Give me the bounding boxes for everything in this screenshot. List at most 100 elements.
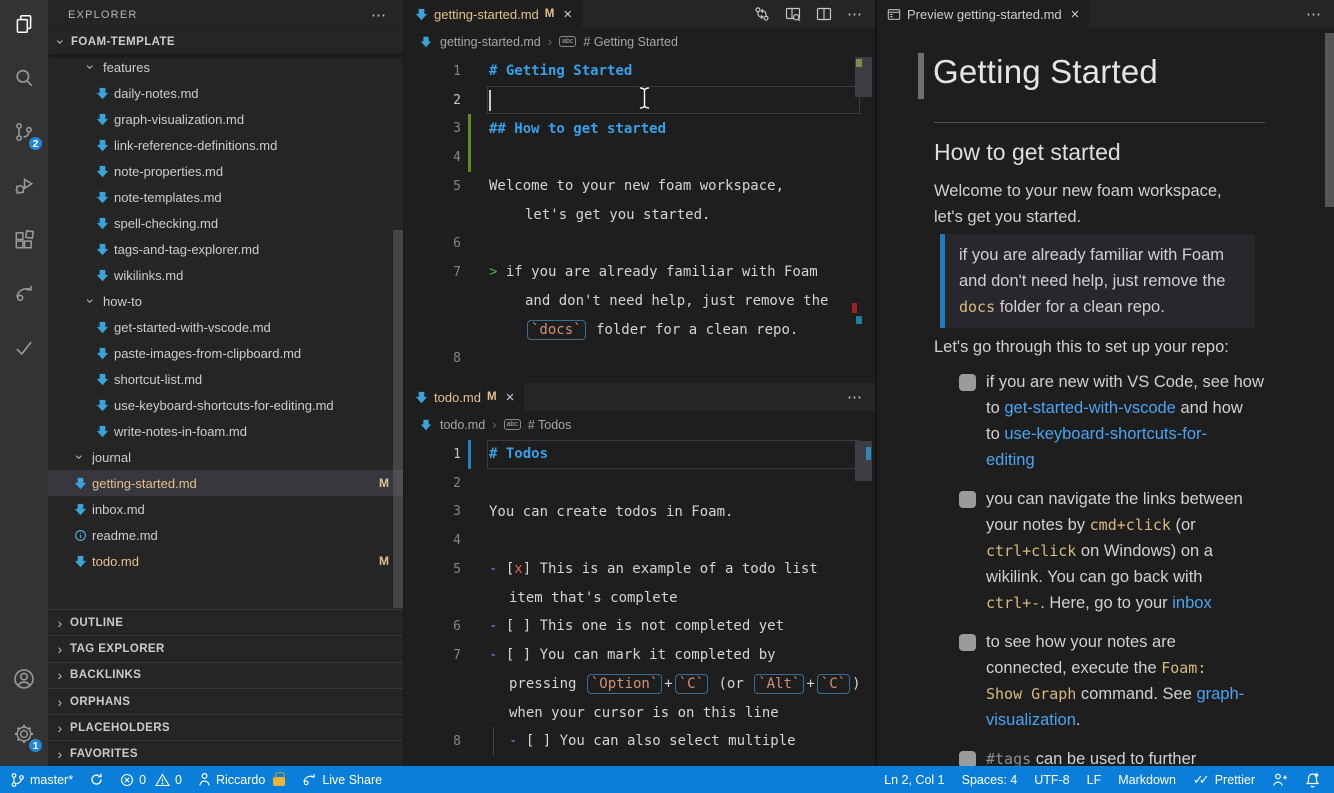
live-share-icon[interactable] xyxy=(0,270,48,318)
code-line[interactable]: let's get you started. xyxy=(404,200,875,229)
code-line[interactable]: 7 - [ ] You can mark it completed by xyxy=(404,641,875,670)
tree-file-daily-notes.md[interactable]: daily-notes.md xyxy=(48,80,403,106)
breadcrumb-symbol[interactable]: # Todos xyxy=(528,418,572,432)
tree-file-tags-and-tag-explorer.md[interactable]: tags-and-tag-explorer.md xyxy=(48,236,403,262)
encoding-item[interactable]: UTF-8 xyxy=(1034,773,1069,787)
eol-item[interactable]: LF xyxy=(1087,773,1102,787)
extensions-icon[interactable] xyxy=(0,216,48,264)
language-mode-item[interactable]: Markdown xyxy=(1118,773,1176,787)
tasks-check-icon[interactable] xyxy=(0,324,48,372)
user-item[interactable]: Riccardo xyxy=(198,772,286,787)
tree-file-note-templates.md[interactable]: note-templates.md xyxy=(48,184,403,210)
explorer-icon[interactable] xyxy=(0,0,48,48)
close-icon[interactable]: × xyxy=(563,6,572,23)
compare-changes-icon[interactable] xyxy=(754,6,770,22)
tab-todo[interactable]: todo.md M × xyxy=(404,383,525,411)
code-line[interactable]: when your cursor is on this line xyxy=(404,698,875,727)
wikilink[interactable]: editing xyxy=(986,451,1035,469)
settings-gear-icon[interactable]: 1 xyxy=(0,710,48,758)
code-line[interactable]: 8 - [ ] You can also select multiple xyxy=(404,726,875,756)
tree-file-use-keyboard-shortcuts-for-editing.md[interactable]: use-keyboard-shortcuts-for-editing.md xyxy=(48,392,403,418)
code-line[interactable]: 4 xyxy=(404,143,875,172)
sidebar-scrollbar[interactable] xyxy=(393,230,403,608)
sidebar-section-backlinks[interactable]: › BACKLINKS xyxy=(48,661,403,688)
tree-file-get-started-with-vscode.md[interactable]: get-started-with-vscode.md xyxy=(48,314,403,340)
breadcrumb-symbol[interactable]: # Getting Started xyxy=(583,35,678,49)
sidebar-section-outline[interactable]: › OUTLINE xyxy=(48,609,403,635)
workspace-root-row[interactable]: › FOAM-TEMPLATE xyxy=(48,30,403,54)
code-line[interactable]: 3 ## How to get started xyxy=(404,114,875,144)
close-icon[interactable]: × xyxy=(506,389,515,406)
tree-file-write-notes-in-foam.md[interactable]: write-notes-in-foam.md xyxy=(48,418,403,444)
search-icon[interactable] xyxy=(0,54,48,102)
tree-file-readme.md[interactable]: readme.md xyxy=(48,522,403,548)
code-line[interactable]: 6 - [ ] This one is not completed yet xyxy=(404,612,875,641)
code-line[interactable]: and don't need help, just remove the xyxy=(404,287,875,316)
more-actions-icon[interactable]: ⋯ xyxy=(847,388,863,406)
tree-file-paste-images-from-clipboard.md[interactable]: paste-images-from-clipboard.md xyxy=(48,340,403,366)
tab-getting-started[interactable]: getting-started.md M × xyxy=(404,0,583,28)
sync-item[interactable] xyxy=(89,772,104,787)
problems-item[interactable]: 0 0 xyxy=(120,773,182,787)
wikilink[interactable]: inbox xyxy=(1172,594,1211,612)
close-icon[interactable]: × xyxy=(1071,6,1080,23)
split-editor-icon[interactable] xyxy=(816,6,832,22)
minimap[interactable] xyxy=(855,441,872,481)
sidebar-section-favorites[interactable]: › FAVORITES xyxy=(48,740,403,766)
tree-folder-journal[interactable]: › journal xyxy=(48,444,403,470)
live-share-item[interactable]: Live Share xyxy=(301,772,382,788)
wikilink[interactable]: visualization xyxy=(986,711,1076,729)
notifications-item[interactable] xyxy=(1305,772,1320,788)
tree-file-graph-visualization.md[interactable]: graph-visualization.md xyxy=(48,106,403,132)
code-line[interactable]: pressing `Option` + `C` (or `Alt` + `C`) xyxy=(404,670,875,699)
sidebar-more-actions-icon[interactable]: ⋯ xyxy=(371,6,387,24)
tree-folder-features[interactable]: › features xyxy=(48,54,403,80)
tree-file-inbox.md[interactable]: inbox.md xyxy=(48,496,403,522)
feedback-item[interactable] xyxy=(1272,772,1288,787)
code-line[interactable]: item that's complete xyxy=(404,583,875,612)
code-line[interactable]: 3 You can create todos in Foam. xyxy=(404,497,875,526)
tab-preview[interactable]: Preview getting-started.md × xyxy=(877,0,1090,28)
breadcrumb-file[interactable]: getting-started.md xyxy=(440,35,541,49)
cursor-position-item[interactable]: Ln 2, Col 1 xyxy=(884,773,944,787)
editor-todo[interactable]: 1 # Todos 2 3 You can create todos in Foam. 4… xyxy=(404,438,875,756)
code-line[interactable]: 2 xyxy=(404,85,875,115)
code-line[interactable]: 1 # Todos xyxy=(404,440,875,469)
tree-file-note-properties.md[interactable]: note-properties.md xyxy=(48,158,403,184)
tree-file-spell-checking.md[interactable]: spell-checking.md xyxy=(48,210,403,236)
code-line[interactable]: 7 > if you are already familiar with Foam xyxy=(404,258,875,287)
sidebar-section-orphans[interactable]: › ORPHANS xyxy=(48,687,403,714)
tree-file-getting-started.md[interactable]: getting-started.md M xyxy=(48,470,403,496)
more-actions-icon[interactable]: ⋯ xyxy=(847,5,863,23)
sidebar-section-tag-explorer[interactable]: › TAG EXPLORER xyxy=(48,635,403,661)
code-line[interactable]: 8 xyxy=(404,344,875,373)
formatter-item[interactable]: ✓✓ Prettier xyxy=(1193,772,1255,788)
account-icon[interactable] xyxy=(0,655,48,703)
indentation-item[interactable]: Spaces: 4 xyxy=(962,773,1018,787)
tree-folder-how-to[interactable]: › how-to xyxy=(48,288,403,314)
code-line[interactable]: 2 xyxy=(404,469,875,498)
code-line[interactable]: 4 xyxy=(404,526,875,555)
git-branch-item[interactable]: master* xyxy=(10,772,73,788)
more-actions-icon[interactable]: ⋯ xyxy=(1306,5,1322,23)
code-line[interactable]: 5 Welcome to your new foam workspace, xyxy=(404,172,875,201)
wikilink[interactable]: use-keyboard-shortcuts-for- xyxy=(1004,425,1207,443)
tree-file-todo.md[interactable]: todo.md M xyxy=(48,548,403,574)
code-line[interactable]: 5 - [x] This is an example of a todo list xyxy=(404,555,875,584)
code-line[interactable]: 6 xyxy=(404,229,875,258)
code-line[interactable]: 1 # Getting Started xyxy=(404,57,875,86)
tree-file-link-reference-definitions.md[interactable]: link-reference-definitions.md xyxy=(48,132,403,158)
minimap[interactable] xyxy=(855,57,872,97)
wikilink[interactable]: get-started-with-vscode xyxy=(1004,399,1176,417)
breadcrumb-file[interactable]: todo.md xyxy=(440,418,485,432)
wikilink[interactable]: graph- xyxy=(1196,685,1244,703)
source-control-icon[interactable]: 2 xyxy=(0,108,48,156)
tree-file-wikilinks.md[interactable]: wikilinks.md xyxy=(48,262,403,288)
open-preview-icon[interactable] xyxy=(785,6,801,22)
editor-getting-started[interactable]: 1 # Getting Started 2 3 ## How to get starte… xyxy=(404,55,875,373)
tree-file-shortcut-list.md[interactable]: shortcut-list.md xyxy=(48,366,403,392)
code-line[interactable]: `docs` folder for a clean repo. xyxy=(404,315,875,344)
preview-scrollbar[interactable] xyxy=(1325,33,1334,207)
run-debug-icon[interactable] xyxy=(0,162,48,210)
sidebar-section-placeholders[interactable]: › PLACEHOLDERS xyxy=(48,714,403,740)
